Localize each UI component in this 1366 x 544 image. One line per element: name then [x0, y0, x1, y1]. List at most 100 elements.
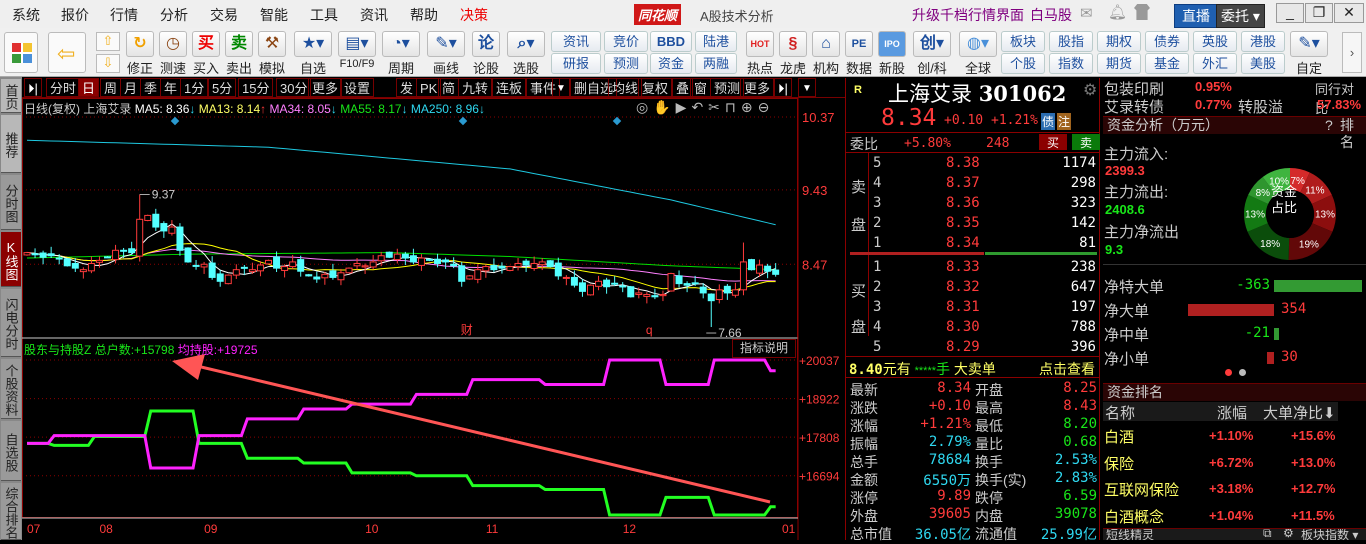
- menu-tools[interactable]: 工具: [310, 5, 338, 25]
- tab-tool[interactable]: 窗: [690, 78, 712, 97]
- toolbar-screener[interactable]: ⌕▾ 选股: [505, 31, 547, 77]
- tab-period[interactable]: 1分: [180, 78, 209, 97]
- entrust-button[interactable]: 委托 ▾: [1216, 4, 1265, 28]
- baima-link[interactable]: 白马股: [1030, 5, 1072, 25]
- col-change[interactable]: 涨幅: [1217, 402, 1247, 423]
- menu-system[interactable]: 系统: [12, 5, 40, 25]
- btn-stock-index[interactable]: 股指: [1049, 31, 1093, 52]
- tab-tool[interactable]: 连板: [492, 78, 527, 97]
- toolbar-f10[interactable]: ▤▾ F10/F9: [336, 31, 378, 70]
- btn-us-stocks[interactable]: 美股: [1241, 53, 1285, 74]
- hand-icon[interactable]: ✋: [653, 99, 675, 115]
- tab-tool[interactable]: 九转: [458, 78, 493, 97]
- gear-icon[interactable]: ⚙: [1083, 80, 1097, 100]
- sector-index-dropdown[interactable]: 板块指数 ▾: [1301, 529, 1358, 540]
- undo-icon[interactable]: ↶: [691, 99, 708, 115]
- play-icon[interactable]: ▶: [676, 99, 692, 115]
- tab-period[interactable]: 周: [100, 78, 122, 97]
- scissors-icon[interactable]: ✂: [708, 99, 725, 115]
- tab-tool[interactable]: 均线: [608, 78, 643, 97]
- mail-icon[interactable]: ✉: [1080, 4, 1093, 22]
- sidebar-flash-timeshare[interactable]: 闪电分时: [1, 289, 21, 357]
- toolbar-draw[interactable]: ✎▾ 画线: [425, 31, 467, 77]
- tab-tool[interactable]: 复权: [638, 78, 673, 97]
- btn-connect[interactable]: 陆港: [695, 31, 737, 52]
- zoom-in-icon[interactable]: ⊕: [741, 99, 758, 115]
- btn-index[interactable]: 指数: [1049, 53, 1093, 74]
- bond-badge[interactable]: 债: [1041, 113, 1056, 130]
- collapse-icon[interactable]: ⏵|: [24, 78, 42, 97]
- toolbar-global[interactable]: ◍▾ 全球: [957, 31, 999, 77]
- upgrade-link[interactable]: 升级千档行情界面: [912, 5, 1024, 25]
- lock-icon[interactable]: ⊓: [725, 99, 741, 115]
- event-marker-icon[interactable]: [458, 116, 468, 126]
- event-marker-icon[interactable]: [612, 116, 622, 126]
- popout-icon[interactable]: ⧉: [1263, 529, 1272, 540]
- menu-quote[interactable]: 报价: [61, 5, 89, 25]
- back-button[interactable]: ⇦: [48, 32, 86, 73]
- prev-stock-button[interactable]: ⇧: [96, 32, 120, 51]
- tab-tool[interactable]: 简: [438, 78, 460, 97]
- menu-analysis[interactable]: 分析: [160, 5, 188, 25]
- next-stock-button[interactable]: ⇩: [96, 54, 120, 73]
- note-badge[interactable]: 注: [1057, 113, 1072, 130]
- tab-period[interactable]: 分时: [46, 78, 81, 97]
- sidebar-stock-profile[interactable]: 个股资料: [1, 359, 21, 419]
- tab-period[interactable]: 日: [78, 78, 100, 97]
- menu-decision[interactable]: 决策: [460, 5, 488, 25]
- btn-options[interactable]: 期权: [1097, 31, 1141, 52]
- events-dropdown-icon[interactable]: ▼: [552, 78, 570, 97]
- rank-sector-name[interactable]: 互联网保险: [1104, 479, 1179, 500]
- menu-news[interactable]: 资讯: [360, 5, 388, 25]
- btn-uk-stocks[interactable]: 英股: [1193, 31, 1237, 52]
- sidebar-kline[interactable]: K线图: [1, 232, 21, 287]
- tab-period[interactable]: 季: [140, 78, 162, 97]
- tab-period[interactable]: 年: [160, 78, 182, 97]
- live-button[interactable]: 直播: [1174, 4, 1218, 28]
- sidebar-recommend[interactable]: 推荐: [1, 115, 21, 173]
- btn-bonds[interactable]: 债券: [1145, 31, 1189, 52]
- col-name[interactable]: 名称: [1105, 402, 1135, 423]
- toolbar-period[interactable]: ◔▾ 周期: [380, 31, 422, 77]
- toolbar-star-market[interactable]: 创▾ 创/科: [911, 31, 953, 77]
- rank-sector-name[interactable]: 保险: [1104, 453, 1134, 474]
- btn-news[interactable]: 资讯: [551, 31, 601, 52]
- tab-period[interactable]: 15分: [238, 78, 274, 97]
- menu-trade[interactable]: 交易: [210, 5, 238, 25]
- big-order-link[interactable]: 点击查看: [1039, 359, 1095, 379]
- btn-bbd[interactable]: BBD: [650, 31, 692, 52]
- tab-period[interactable]: 30分: [276, 78, 312, 97]
- tab-period[interactable]: 5分: [208, 78, 237, 97]
- quick-sell-button[interactable]: 卖: [1072, 134, 1100, 150]
- btn-funds[interactable]: 资金: [650, 53, 692, 74]
- help-icon[interactable]: ?: [1325, 117, 1333, 134]
- skin-icon[interactable]: [1134, 4, 1150, 20]
- event-marker-icon[interactable]: [170, 116, 180, 126]
- expand-panel-icon[interactable]: ⏵|: [774, 78, 792, 97]
- sidebar-home[interactable]: 首页: [1, 79, 21, 113]
- tab-period[interactable]: 月: [120, 78, 142, 97]
- rank-link[interactable]: 排名: [1340, 117, 1366, 151]
- toolbar-more-arrow[interactable]: ›: [1342, 32, 1362, 73]
- quick-buy-button[interactable]: 买: [1039, 134, 1067, 150]
- toolbar-simulate[interactable]: ⚒ 模拟: [256, 31, 288, 77]
- menu-help[interactable]: 帮助: [410, 5, 438, 25]
- rank-sector-name[interactable]: 白酒: [1104, 426, 1134, 447]
- event-label[interactable]: 财: [461, 323, 473, 337]
- tab-tool[interactable]: 发: [396, 78, 418, 97]
- col-net-ratio[interactable]: 大单净比⬇: [1263, 402, 1336, 423]
- btn-forex[interactable]: 外汇: [1193, 53, 1237, 74]
- sidebar-timeshare[interactable]: 分时图: [1, 175, 21, 230]
- short-term-sprite-tab[interactable]: 短线精灵: [1106, 529, 1154, 540]
- bond-name[interactable]: 艾录转债: [1104, 96, 1164, 117]
- btn-sector[interactable]: 板块: [1001, 31, 1045, 52]
- menu-smart[interactable]: 智能: [260, 5, 288, 25]
- eye-icon[interactable]: ◎: [636, 99, 653, 115]
- toolbar-forum[interactable]: 论论股: [470, 31, 502, 77]
- tab-period[interactable]: 更多: [308, 78, 343, 97]
- btn-research[interactable]: 研报: [551, 53, 601, 74]
- event-label[interactable]: q: [646, 323, 653, 337]
- page-dot[interactable]: [1239, 369, 1246, 376]
- bell-icon[interactable]: 🔔︎: [1108, 3, 1127, 21]
- sidebar-ranking[interactable]: 综合排名: [1, 483, 21, 540]
